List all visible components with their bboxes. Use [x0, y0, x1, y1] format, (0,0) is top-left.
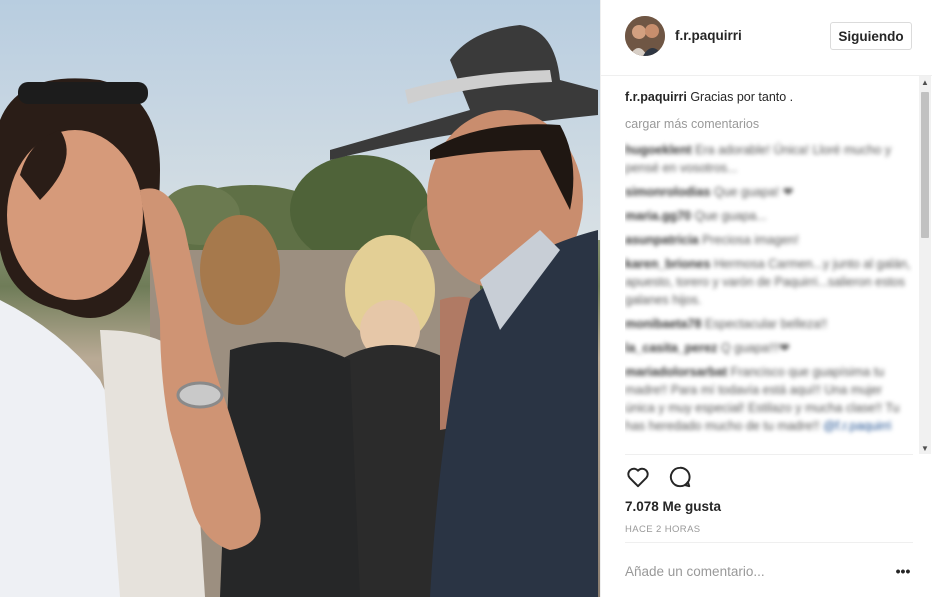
comments-scrollbar[interactable]: ▲ ▼ [919, 76, 931, 454]
comment-item: karen_briones Hermosa Carmen...y junto a… [625, 255, 913, 309]
comment-text: Espectacular belleza!! [704, 317, 828, 331]
comment-username[interactable]: mariadolorsarbat [625, 365, 727, 379]
comment-username[interactable]: hugoeklent [625, 143, 692, 157]
load-more-comments-link[interactable]: cargar más comentarios [625, 115, 913, 133]
following-button[interactable]: Siguiendo [830, 22, 912, 50]
comment-item: maria.gg70 Que guapa... [625, 207, 913, 225]
comment-text: Que guapa! ❤ [713, 185, 794, 199]
caption-text: Gracias por tanto . [690, 90, 794, 104]
comment-item: mariadolorsarbat Francisco que guapísima… [625, 363, 913, 435]
post-header: f.r.paquirri Siguiendo [601, 0, 932, 76]
comment-item: monibaeta78 Espectacular belleza!! [625, 315, 913, 333]
comment-item: la_casita_perez Q guapa!!!❤ [625, 339, 913, 357]
comment-bubble-icon[interactable] [667, 464, 693, 490]
comment-text: Q guapa!!!❤ [720, 341, 790, 355]
post-photo[interactable] [0, 0, 600, 597]
comment-username[interactable]: asunpatricia [625, 233, 699, 247]
comment-username[interactable]: la_casita_perez [625, 341, 717, 355]
scroll-up-arrow-icon[interactable]: ▲ [919, 76, 931, 88]
post-timestamp: HACE 2 HORAS [625, 524, 701, 535]
comments-list: f.r.paquirri Gracias por tanto . cargar … [625, 88, 913, 454]
comment-item: hugoeklent Era adorable! Única! Lloré mu… [625, 141, 913, 177]
likes-count[interactable]: 7.078 Me gusta [625, 499, 721, 514]
add-comment-bar: ••• [625, 542, 913, 597]
caption-username[interactable]: f.r.paquirri [625, 90, 687, 104]
comment-item: simonrolodias Que guapa! ❤ [625, 183, 913, 201]
comment-mention-link[interactable]: @f.r.paquirri [823, 419, 891, 433]
comment-username[interactable]: karen_briones [625, 257, 710, 271]
comment-username[interactable]: monibaeta78 [625, 317, 701, 331]
comment-text: Que guapa... [694, 209, 767, 223]
scroll-down-arrow-icon[interactable]: ▼ [919, 442, 931, 454]
add-comment-input[interactable] [625, 561, 875, 581]
avatar[interactable] [625, 16, 665, 56]
heart-icon[interactable] [625, 464, 651, 490]
comment-username[interactable]: simonrolodias [625, 185, 710, 199]
photo-illustration [0, 0, 600, 597]
post-caption: f.r.paquirri Gracias por tanto . [625, 88, 913, 106]
scrollbar-thumb[interactable] [921, 92, 929, 238]
comment-text: Preciosa imagen! [702, 233, 799, 247]
post-actions: 7.078 Me gusta HACE 2 HORAS [625, 454, 913, 542]
comment-username[interactable]: maria.gg70 [625, 209, 691, 223]
more-options-button[interactable]: ••• [893, 561, 913, 581]
comment-item: asunpatricia Preciosa imagen! [625, 231, 913, 249]
post-details-panel: f.r.paquirri Siguiendo f.r.paquirri Grac… [600, 0, 932, 597]
post-author-username[interactable]: f.r.paquirri [675, 28, 742, 43]
action-icons-row [625, 464, 693, 490]
